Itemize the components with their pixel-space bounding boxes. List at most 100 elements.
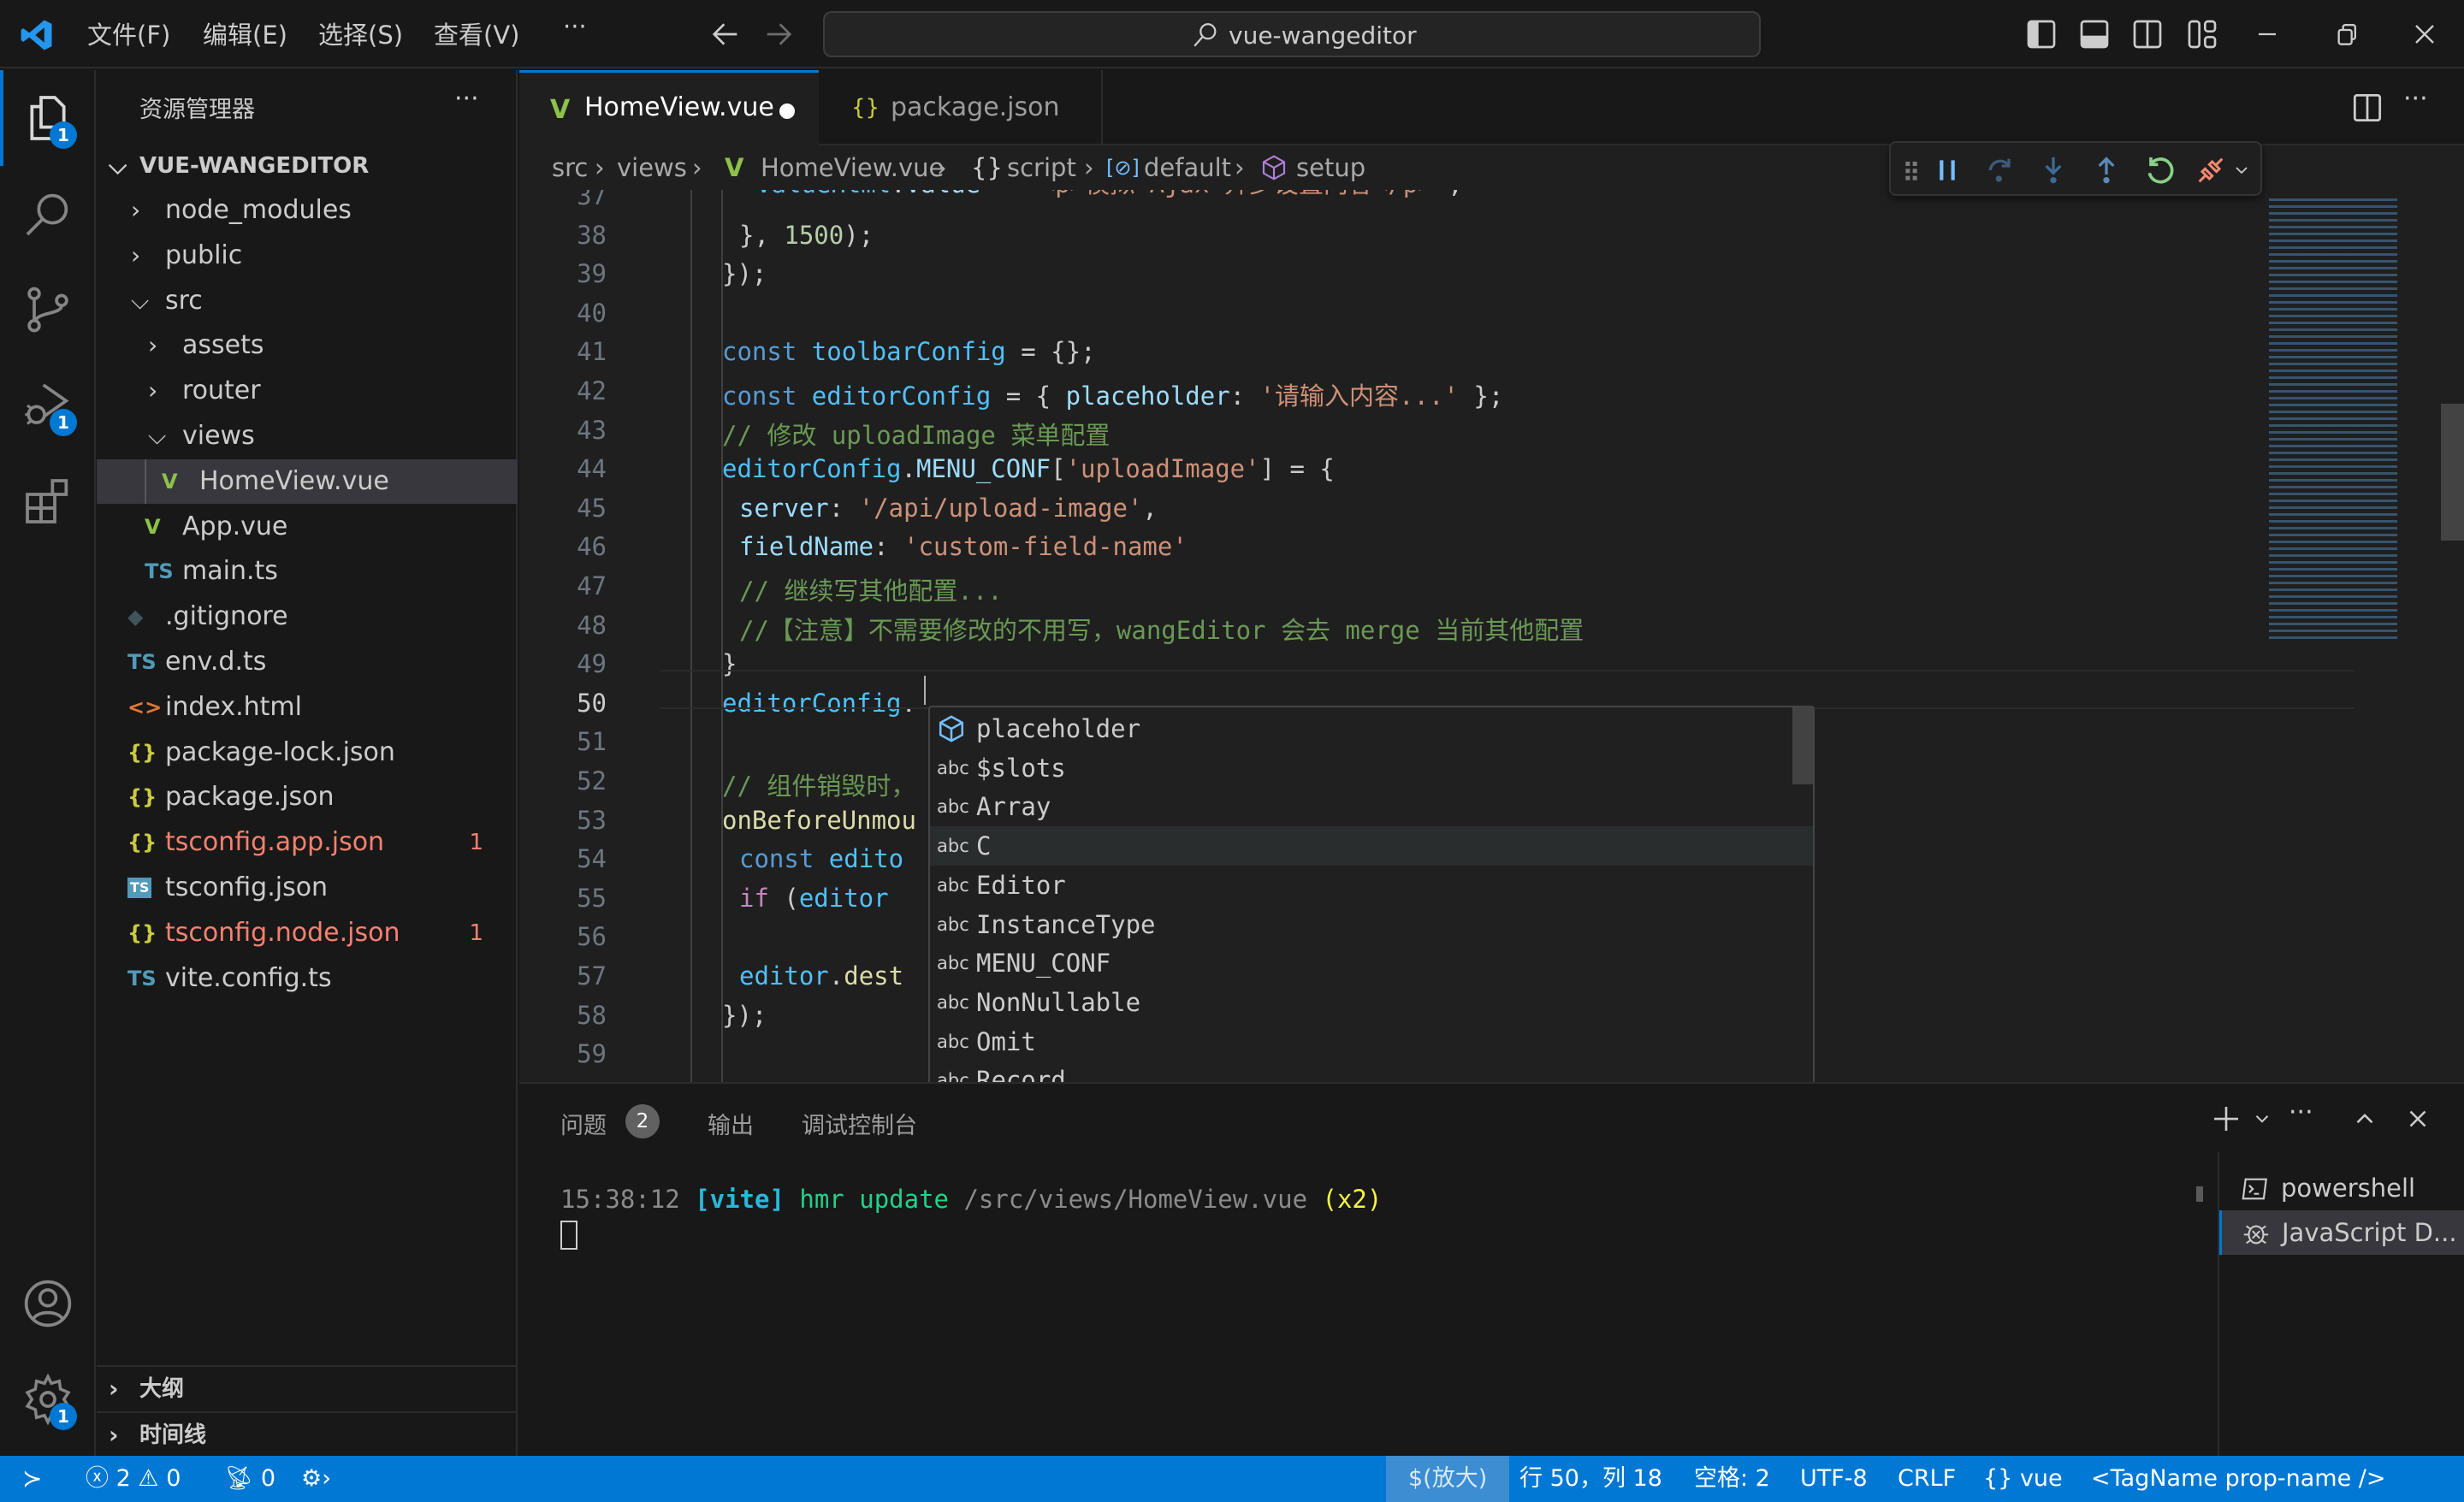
tree-item[interactable]: {} tsconfig.node.json 1: [97, 911, 518, 955]
code-line[interactable]: });: [722, 259, 767, 288]
code-line[interactable]: //【注意】不需要修改的不用写，wangEditor 会去 merge 当前其他…: [739, 611, 1584, 647]
suggestion-item[interactable]: abc $slots: [930, 748, 1813, 788]
tree-item[interactable]: › assets: [97, 323, 518, 368]
tree-item[interactable]: › public: [97, 234, 518, 278]
back-arrow-icon[interactable]: [708, 17, 743, 51]
activity-manage[interactable]: 1: [21, 1372, 77, 1430]
panel-tab-debug-console[interactable]: 调试控制台: [802, 1107, 917, 1140]
tree-item[interactable]: {} package.json: [97, 775, 518, 819]
breadcrumb-views[interactable]: views: [617, 145, 687, 190]
code-line[interactable]: }, 1500);: [739, 221, 874, 250]
suggestion-item[interactable]: abc NonNullable: [930, 983, 1813, 1022]
suggestion-item[interactable]: placeholder: [930, 709, 1813, 748]
suggestion-item[interactable]: abc Editor: [930, 866, 1813, 905]
remote-indicator-icon[interactable]: ≻: [22, 1456, 42, 1502]
tree-item[interactable]: {} tsconfig.app.json 1: [97, 820, 518, 865]
code-line[interactable]: valueHtml.value = '<p>模拟 Ajax 异步设置内容</p>…: [756, 190, 1463, 200]
close-window-icon[interactable]: [2408, 17, 2442, 51]
breadcrumb-src[interactable]: src: [552, 145, 588, 190]
language-mode[interactable]: {} vue: [1983, 1456, 2063, 1502]
outline-section[interactable]: › 大纲: [97, 1367, 518, 1411]
tree-item[interactable]: V HomeView.vue: [97, 458, 518, 504]
tree-item[interactable]: ⌵ views: [97, 414, 518, 458]
tree-item[interactable]: ⌵ src: [97, 279, 518, 323]
snippet-status[interactable]: <TagName prop-name />: [2091, 1456, 2386, 1502]
suggest-scrollbar-thumb[interactable]: [1792, 707, 1813, 784]
maximize-panel-icon[interactable]: [2350, 1104, 2379, 1133]
code-line[interactable]: // 继续写其他配置...: [739, 571, 1003, 607]
code-line[interactable]: fieldName: 'custom-field-name': [739, 532, 1188, 561]
forward-arrow-icon[interactable]: [761, 17, 796, 51]
ports-status[interactable]: 📡︎ 0: [224, 1456, 275, 1502]
problems-status[interactable]: ⓧ 2 ⚠ 0: [86, 1456, 181, 1502]
new-terminal-icon[interactable]: [2208, 1101, 2244, 1137]
menu-edit[interactable]: 编辑(E): [203, 15, 287, 51]
debug-status-icon[interactable]: ⚙︎›: [301, 1456, 331, 1502]
activity-extensions[interactable]: [21, 474, 75, 529]
suggestion-item[interactable]: abc C: [930, 826, 1813, 866]
code-line[interactable]: server: '/api/upload-image',: [739, 494, 1158, 523]
chevron-down-icon[interactable]: [2231, 160, 2252, 180]
code-line[interactable]: editorConfig.MENU_CONF['uploadImage'] = …: [722, 454, 1335, 483]
disconnect-icon[interactable]: [2194, 153, 2228, 187]
menu-view[interactable]: 查看(V): [434, 15, 519, 51]
code-line[interactable]: editorConfig.: [722, 689, 916, 718]
panel-tab-problems[interactable]: 问题: [560, 1107, 607, 1140]
chevron-down-icon[interactable]: [2251, 1108, 2273, 1130]
dirty-indicator-icon[interactable]: [779, 103, 795, 119]
tree-item[interactable]: › node_modules: [97, 188, 518, 233]
code-line[interactable]: onBeforeUnmou: [722, 806, 916, 835]
code-line[interactable]: editor.dest: [739, 961, 903, 990]
tree-item[interactable]: ◆ .gitignore: [97, 594, 518, 639]
tree-item[interactable]: {} package-lock.json: [97, 730, 518, 775]
suggestion-item[interactable]: abc InstanceType: [930, 905, 1813, 944]
suggestion-item[interactable]: abc MENU_CONF: [930, 943, 1813, 983]
terminal-item-powershell[interactable]: powershell: [2219, 1166, 2464, 1210]
code-line[interactable]: }: [722, 649, 737, 678]
suggestion-item[interactable]: abc Array: [930, 787, 1813, 826]
code-line[interactable]: const edito: [739, 844, 903, 873]
code-line[interactable]: // 修改 uploadImage 菜单配置: [722, 416, 1110, 452]
tree-item[interactable]: TS main.ts: [97, 549, 518, 594]
menu-more-button[interactable]: ···: [563, 12, 587, 41]
breadcrumb-file[interactable]: HomeView.vue: [761, 145, 944, 190]
breadcrumb-script[interactable]: script: [1007, 145, 1076, 190]
encoding-status[interactable]: UTF-8: [1800, 1456, 1868, 1502]
breadcrumb-setup[interactable]: setup: [1296, 145, 1365, 190]
terminal-scrollbar[interactable]: [2196, 1186, 2203, 1202]
vertical-scrollbar-thumb[interactable]: [2441, 404, 2464, 541]
step-into-icon[interactable]: [2036, 153, 2070, 187]
tree-item[interactable]: V App.vue: [97, 505, 518, 549]
toggle-primary-sidebar-icon[interactable]: [2024, 17, 2058, 51]
pause-icon[interactable]: [1930, 153, 1964, 187]
customize-layout-icon[interactable]: [2185, 17, 2219, 51]
activity-source-control[interactable]: [21, 282, 75, 337]
zoom-status[interactable]: $(放大): [1386, 1456, 1510, 1502]
cursor-position[interactable]: 行 50，列 18: [1519, 1456, 1662, 1502]
tree-item[interactable]: TS vite.config.ts: [97, 956, 518, 1001]
minimize-icon[interactable]: [2250, 17, 2284, 51]
tree-item[interactable]: <> index.html: [97, 685, 518, 730]
timeline-section[interactable]: › 时间线: [97, 1413, 518, 1458]
menu-file[interactable]: 文件(F): [87, 15, 170, 51]
panel-tab-output[interactable]: 输出: [708, 1107, 754, 1140]
activity-search[interactable]: [21, 186, 75, 241]
toggle-panel-icon[interactable]: [2077, 17, 2112, 51]
command-center-search[interactable]: vue-wangeditor: [823, 11, 1761, 57]
breadcrumb-default[interactable]: default: [1144, 145, 1231, 190]
minimap[interactable]: [2252, 190, 2464, 1082]
activity-run-debug[interactable]: 1: [21, 378, 77, 436]
split-editor-icon[interactable]: [2348, 89, 2386, 127]
code-line[interactable]: });: [722, 1001, 767, 1030]
code-line[interactable]: const toolbarConfig = {};: [722, 337, 1096, 366]
code-line[interactable]: const editorConfig = { placeholder: '请输入…: [722, 376, 1503, 412]
tree-item[interactable]: › router: [97, 369, 518, 413]
eol-status[interactable]: CRLF: [1898, 1456, 1956, 1502]
workspace-root[interactable]: ⌵ VUE-WANGEDITOR: [97, 144, 518, 188]
tree-item[interactable]: TS env.d.ts: [97, 640, 518, 684]
activity-accounts[interactable]: [21, 1276, 75, 1331]
activity-explorer[interactable]: 1: [21, 91, 77, 149]
tree-item[interactable]: TS tsconfig.json: [97, 866, 518, 910]
terminal-item-js-debug[interactable]: JavaScript D...: [2219, 1210, 2464, 1255]
suggestion-item[interactable]: abc Omit: [930, 1022, 1813, 1061]
